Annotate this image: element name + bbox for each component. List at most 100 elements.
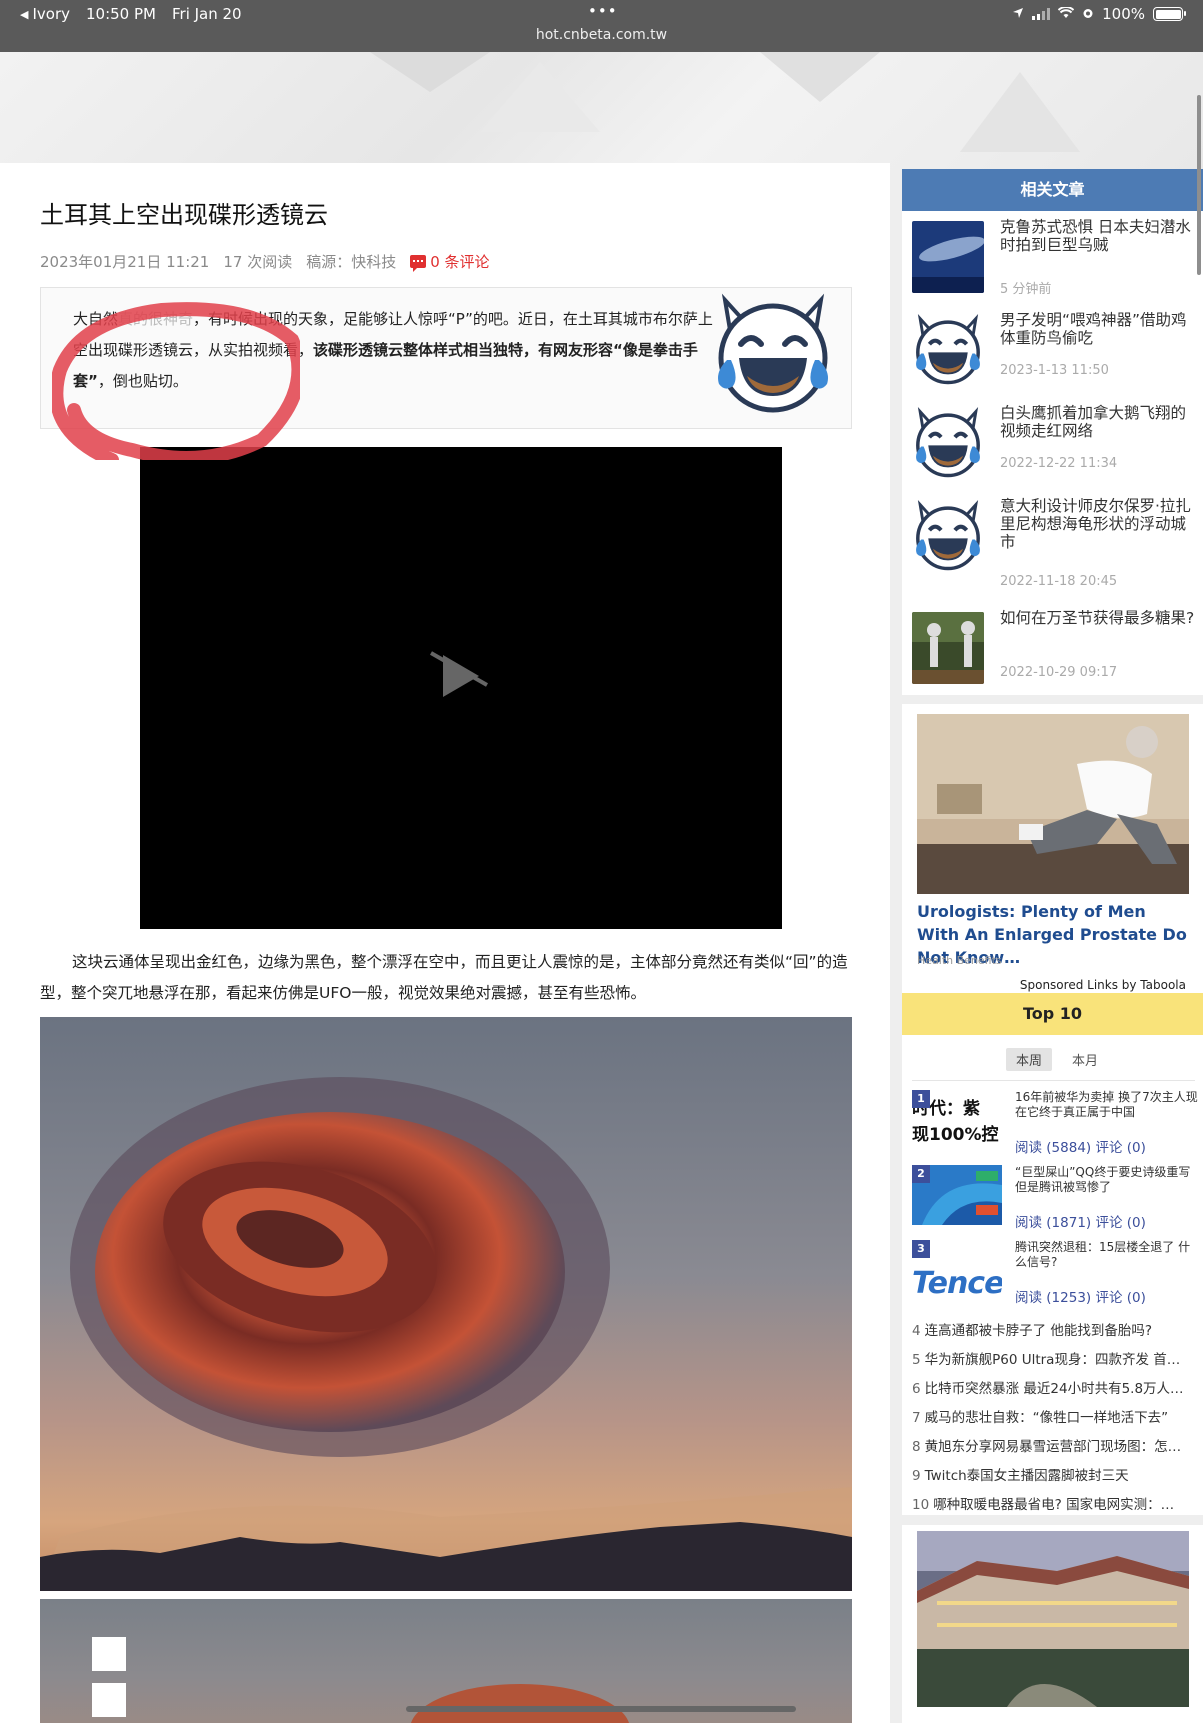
related-date: 5 分钟前	[1000, 282, 1052, 297]
battery-percent: 100%	[1102, 5, 1145, 23]
top-thumb[interactable]: 时代：紫 现100%控 1	[912, 1090, 1002, 1150]
multitask-dots[interactable]: •••	[588, 2, 618, 20]
comment-link[interactable]: 0 条评论	[410, 251, 490, 272]
cloud-photo-2	[40, 1599, 852, 1723]
related-date: 2022-12-22 11:34	[1000, 456, 1118, 471]
summary-text-2: 真的很神奇	[118, 310, 194, 328]
location-icon	[1012, 5, 1024, 23]
top-line-text[interactable]: 比特币突然暴涨 最近24小时共有5.8万人…	[925, 1381, 1184, 1397]
top-item-3[interactable]: Tencer 3 腾讯突然退租：15层楼全退了 什么信号? 阅读 (1253) …	[912, 1240, 1203, 1310]
top-thumb[interactable]: 2	[912, 1165, 1002, 1225]
laughing-cat-emoji-icon	[718, 293, 828, 413]
home-indicator[interactable]	[406, 1706, 796, 1712]
signal-icon	[1032, 8, 1051, 20]
top-title[interactable]: 腾讯突然退租：15层楼全退了 什么信号?	[1015, 1240, 1201, 1270]
rank-number: 8	[912, 1439, 921, 1455]
sponsored-label[interactable]: Sponsored Links by Taboola	[1020, 978, 1186, 992]
rank-number: 5	[912, 1352, 921, 1368]
related-title[interactable]: 克鲁苏式恐惧 日本夫妇潜水时拍到巨型乌贼	[1000, 218, 1200, 254]
top-item-6[interactable]: 6 比特币突然暴涨 最近24小时共有5.8万人…	[912, 1377, 1197, 1397]
rank-number: 6	[912, 1381, 921, 1397]
related-thumb[interactable]	[912, 221, 984, 293]
rank-number: 9	[912, 1468, 921, 1484]
rank-badge: 3	[912, 1240, 930, 1258]
scrollbar[interactable]	[1197, 95, 1201, 275]
video-player[interactable]	[140, 447, 782, 929]
top-item-10[interactable]: 10 哪种取暖电器最省电? 国家电网实测：…	[912, 1493, 1197, 1513]
top-line-text[interactable]: 连高通都被卡脖子了 他能找到备胎吗?	[925, 1323, 1152, 1339]
ad-source: Health Benefits	[917, 954, 1002, 967]
summary-text-4: ，倒也贴切。	[97, 372, 188, 390]
top-line-text[interactable]: Twitch泰国女主播因露脚被封三天	[925, 1468, 1129, 1484]
top-thumb[interactable]: Tencer 3	[912, 1240, 1002, 1300]
related-item[interactable]: 意大利设计师皮尔保罗·拉扎里尼构想海龟形状的浮动城市 2022-11-18 20…	[912, 497, 1203, 589]
source-label: 稿源：	[306, 253, 352, 271]
top-item-4[interactable]: 4 连高通都被卡脖子了 他能找到备胎吗?	[912, 1319, 1197, 1339]
tab-week[interactable]: 本周	[1006, 1048, 1053, 1071]
related-title[interactable]: 如何在万圣节获得最多糖果?	[1000, 609, 1200, 627]
article-paragraph: 这块云通体呈现出金红色，边缘为黑色，整个漂浮在空中，而且更让人震惊的是，主体部分…	[40, 953, 848, 1002]
status-right: 100%	[1012, 5, 1186, 23]
top-item-7[interactable]: 7 威马的悲壮自救：“像牲口一样地活下去”	[912, 1406, 1197, 1426]
article-summary: 大自然真的很神奇，有时候出现的天象，足能够让人惊呼“P”的吧。近日，在土耳其城市…	[40, 287, 852, 429]
top-line-text[interactable]: 哪种取暖电器最省电? 国家电网实测：…	[933, 1497, 1174, 1513]
summary-text-1: 大自然	[73, 310, 119, 328]
related-title[interactable]: 白头鹰抓着加拿大鹅飞翔的视频走红网络	[1000, 404, 1200, 440]
top-title[interactable]: 16年前被华为卖掉 换了7次主人现在它终于真正属于中国	[1015, 1090, 1201, 1120]
top10-heading: Top 10	[902, 993, 1203, 1035]
laughing-cat-emoji-icon	[916, 314, 980, 385]
comment-icon	[410, 255, 427, 272]
rank-number: 4	[912, 1323, 921, 1339]
top10-tabs: 本周 本月	[1006, 1048, 1108, 1071]
rank-badge: 2	[912, 1165, 930, 1183]
top-item-1[interactable]: 时代：紫 现100%控 1 16年前被华为卖掉 换了7次主人现在它终于真正属于中…	[912, 1090, 1203, 1160]
related-item[interactable]: 如何在万圣节获得最多糖果? 2022-10-29 09:17	[912, 609, 1203, 692]
related-date: 2022-10-29 09:17	[1000, 665, 1118, 680]
related-articles: 相关文章 克鲁苏式恐惧 日本夫妇潜水时拍到巨型乌贼 5 分钟前 男子发明“喂鸡神…	[902, 169, 1203, 695]
laughing-cat-emoji-icon	[916, 500, 980, 571]
source-name: 快科技	[351, 253, 397, 271]
article-meta: 2023年01月21日 11:21 17 次阅读 稿源：快科技 0 条评论	[40, 251, 490, 272]
article-source: 稿源：快科技	[306, 251, 396, 272]
related-date: 2022-11-18 20:45	[1000, 574, 1118, 589]
sponsored-ad[interactable]: Urologists: Plenty of Men With An Enlarg…	[902, 704, 1203, 1002]
top-item-5[interactable]: 5 华为新旗舰P60 Ultra现身：四款齐发 首…	[912, 1348, 1197, 1368]
status-bar: ◀ Ivory 10:50 PM Fri Jan 20 ••• hot.cnbe…	[0, 0, 1203, 52]
tab-month[interactable]: 本月	[1062, 1048, 1108, 1071]
article-date: 2023年01月21日 11:21	[40, 253, 210, 271]
status-date: Fri Jan 20	[171, 5, 242, 23]
top-line-text[interactable]: 黄旭东分享网易暴雪运营部门现场图：怎…	[925, 1439, 1182, 1455]
sponsored-ad-2[interactable]	[902, 1525, 1203, 1723]
related-thumb[interactable]	[912, 612, 984, 684]
alarm-icon	[1082, 5, 1094, 23]
top-title[interactable]: “巨型屎山”QQ终于要史诗级重写 但是腾讯被骂惨了	[1015, 1165, 1201, 1195]
status-left: ◀ Ivory 10:50 PM Fri Jan 20	[20, 5, 242, 23]
rank-number: 7	[912, 1410, 921, 1426]
related-thumb[interactable]	[912, 500, 984, 572]
related-thumb[interactable]	[912, 314, 984, 386]
article-title: 土耳其上空出现碟形透镜云	[40, 201, 328, 229]
related-item[interactable]: 克鲁苏式恐惧 日本夫妇潜水时拍到巨型乌贼 5 分钟前	[912, 218, 1203, 301]
summary-text: 大自然真的很神奇，有时候出现的天象，足能够让人惊呼“P”的吧。近日，在土耳其城市…	[73, 304, 713, 397]
article-reads: 17 次阅读	[223, 253, 293, 271]
related-title[interactable]: 男子发明“喂鸡神器”借助鸡体重防鸟偷吃	[1000, 311, 1200, 347]
divider	[912, 1080, 1195, 1081]
url-label[interactable]: hot.cnbeta.com.tw	[0, 27, 1203, 43]
status-time: 10:50 PM	[86, 5, 156, 23]
related-item[interactable]: 白头鹰抓着加拿大鹅飞翔的视频走红网络 2022-12-22 11:34	[912, 404, 1203, 487]
top-line-text[interactable]: 威马的悲壮自救：“像牲口一样地活下去”	[925, 1410, 1169, 1426]
back-to-app-icon[interactable]: ◀	[20, 8, 28, 21]
comment-count[interactable]: 0 条评论	[430, 251, 489, 272]
related-thumb[interactable]	[912, 407, 984, 479]
play-disabled-icon[interactable]	[427, 649, 491, 703]
related-item[interactable]: 男子发明“喂鸡神器”借助鸡体重防鸟偷吃 2023-1-13 11:50	[912, 311, 1203, 394]
top-line-text[interactable]: 华为新旗舰P60 Ultra现身：四款齐发 首…	[925, 1352, 1181, 1368]
ad-image[interactable]	[917, 714, 1189, 894]
ad2-image[interactable]	[917, 1531, 1189, 1707]
top-item-2[interactable]: 2 “巨型屎山”QQ终于要史诗级重写 但是腾讯被骂惨了 阅读 (1871) 评论…	[912, 1165, 1203, 1235]
top-item-9[interactable]: 9 Twitch泰国女主播因露脚被封三天	[912, 1464, 1197, 1484]
article-container: 土耳其上空出现碟形透镜云 2023年01月21日 11:21 17 次阅读 稿源…	[0, 163, 890, 1723]
top-item-8[interactable]: 8 黄旭东分享网易暴雪运营部门现场图：怎…	[912, 1435, 1197, 1455]
back-app-label[interactable]: Ivory	[32, 5, 70, 23]
related-title[interactable]: 意大利设计师皮尔保罗·拉扎里尼构想海龟形状的浮动城市	[1000, 497, 1200, 551]
